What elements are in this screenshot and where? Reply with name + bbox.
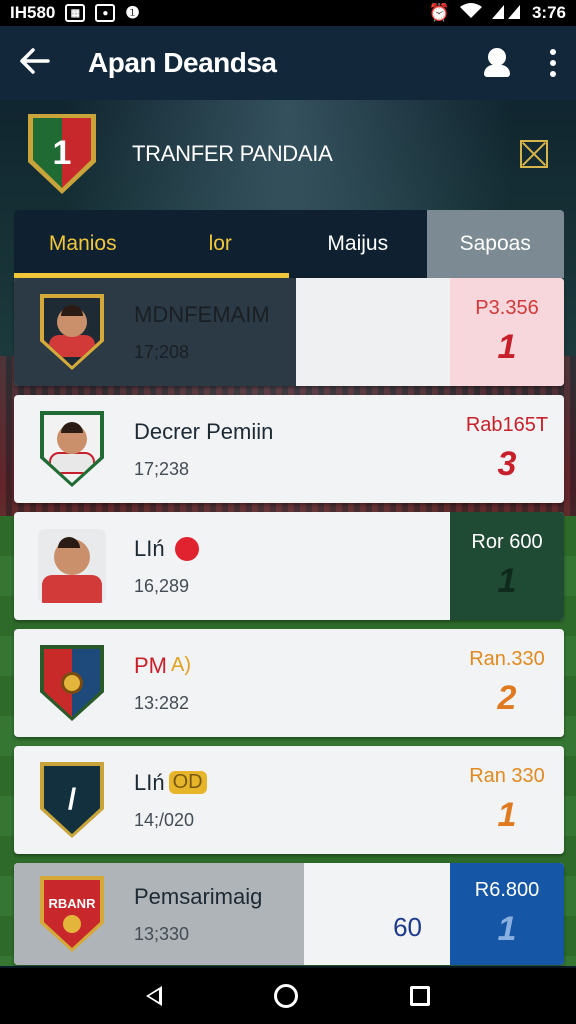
player-value: 14;/020	[134, 809, 195, 830]
list-item[interactable]: LIń 16,289 Ror 600 1	[14, 512, 564, 620]
player-name: LIń	[134, 769, 165, 795]
player-badge-icon	[40, 411, 104, 487]
player-badge-icon	[40, 294, 104, 370]
signal-icon	[491, 3, 522, 24]
notification-icon: ▦	[65, 4, 86, 22]
red-dot-icon	[174, 536, 199, 561]
list-item[interactable]: RBANR Pemsarimaig 13;330 60 R6.800 1	[14, 863, 564, 965]
list-item[interactable]: / LIń OD 14;/020 Ran 330 1	[14, 746, 564, 854]
player-name: Decrer Pemiin	[134, 418, 274, 444]
tab-bar: Manios lor Maijus Sapoas	[14, 210, 564, 278]
player-price: P3.356	[475, 297, 539, 319]
close-icon[interactable]	[520, 140, 548, 168]
club-header: 1 TRANFER PANDAIA	[0, 100, 576, 208]
status-time: 3:76	[531, 3, 566, 22]
player-value: 17;238	[134, 458, 190, 479]
nav-home-icon[interactable]	[274, 984, 298, 1008]
player-price: Ran 330	[469, 765, 545, 787]
club-badge-icon	[40, 645, 104, 721]
tab-manios[interactable]: Manios	[14, 210, 152, 278]
player-value: 16,289	[134, 575, 190, 596]
app-bar: Apan Deandsa	[0, 26, 576, 100]
player-rank: 3	[497, 445, 517, 483]
tab-sapoas[interactable]: Sapoas	[426, 210, 564, 278]
player-tag: A)	[171, 654, 191, 676]
nav-back-icon[interactable]	[146, 986, 162, 1006]
player-value: 13;330	[134, 923, 190, 944]
player-photo	[38, 529, 106, 603]
player-name: Pemsarimaig	[134, 883, 263, 909]
list-item[interactable]: Decrer Pemiin 17;238 Rab165T 3	[14, 395, 564, 503]
status-carrier-text: IH580	[10, 3, 56, 22]
player-value: 17;208	[134, 341, 190, 362]
player-name: LIń	[134, 535, 165, 561]
list-item[interactable]: MDNFEMAIM 17;208 P3.356 1	[14, 278, 564, 386]
more-options-icon[interactable]	[550, 49, 556, 77]
nav-recent-apps-icon[interactable]	[410, 986, 430, 1006]
player-tag: OD	[168, 771, 207, 794]
profile-icon[interactable]	[482, 48, 512, 78]
club-badge-icon: /	[40, 762, 104, 838]
player-extra-value: 60	[393, 912, 422, 942]
camera-icon: ●	[95, 4, 116, 22]
player-rank: 2	[497, 679, 517, 717]
player-rank: 1	[497, 796, 517, 834]
app-title: Apan Deandsa	[88, 47, 277, 78]
alarm-icon: ⏰	[428, 3, 450, 22]
club-crest-letter: 1	[33, 118, 91, 188]
player-value: 13:282	[134, 692, 190, 713]
back-arrow-icon[interactable]	[20, 44, 60, 83]
club-crest-icon: 1	[28, 114, 96, 194]
player-price: Ror 600	[471, 531, 543, 553]
tab-maijus[interactable]: Maijus	[289, 210, 427, 278]
wifi-icon	[459, 2, 482, 24]
status-bar: IH580 ▦ ● ❶ ⏰ 3:76	[0, 0, 576, 26]
player-name: PM	[134, 652, 167, 678]
lock-icon: ❶	[125, 5, 140, 22]
club-badge-icon: RBANR	[40, 876, 104, 952]
player-name: MDNFEMAIM	[134, 301, 270, 327]
system-nav-bar	[0, 968, 576, 1024]
tab-lor[interactable]: lor	[151, 210, 290, 278]
player-rank: 1	[497, 562, 517, 600]
player-price: R6.800	[474, 879, 540, 901]
player-rank: 1	[497, 910, 517, 948]
player-price: Ran.330	[469, 648, 545, 670]
player-list: MDNFEMAIM 17;208 P3.356 1 Decrer Pemiin	[14, 278, 564, 974]
list-item[interactable]: PM A) 13:282 Ran.330 2	[14, 629, 564, 737]
page-title: TRANFER PANDAIA	[132, 141, 333, 166]
player-price: Rab165T	[465, 414, 549, 436]
player-rank: 1	[497, 328, 517, 366]
